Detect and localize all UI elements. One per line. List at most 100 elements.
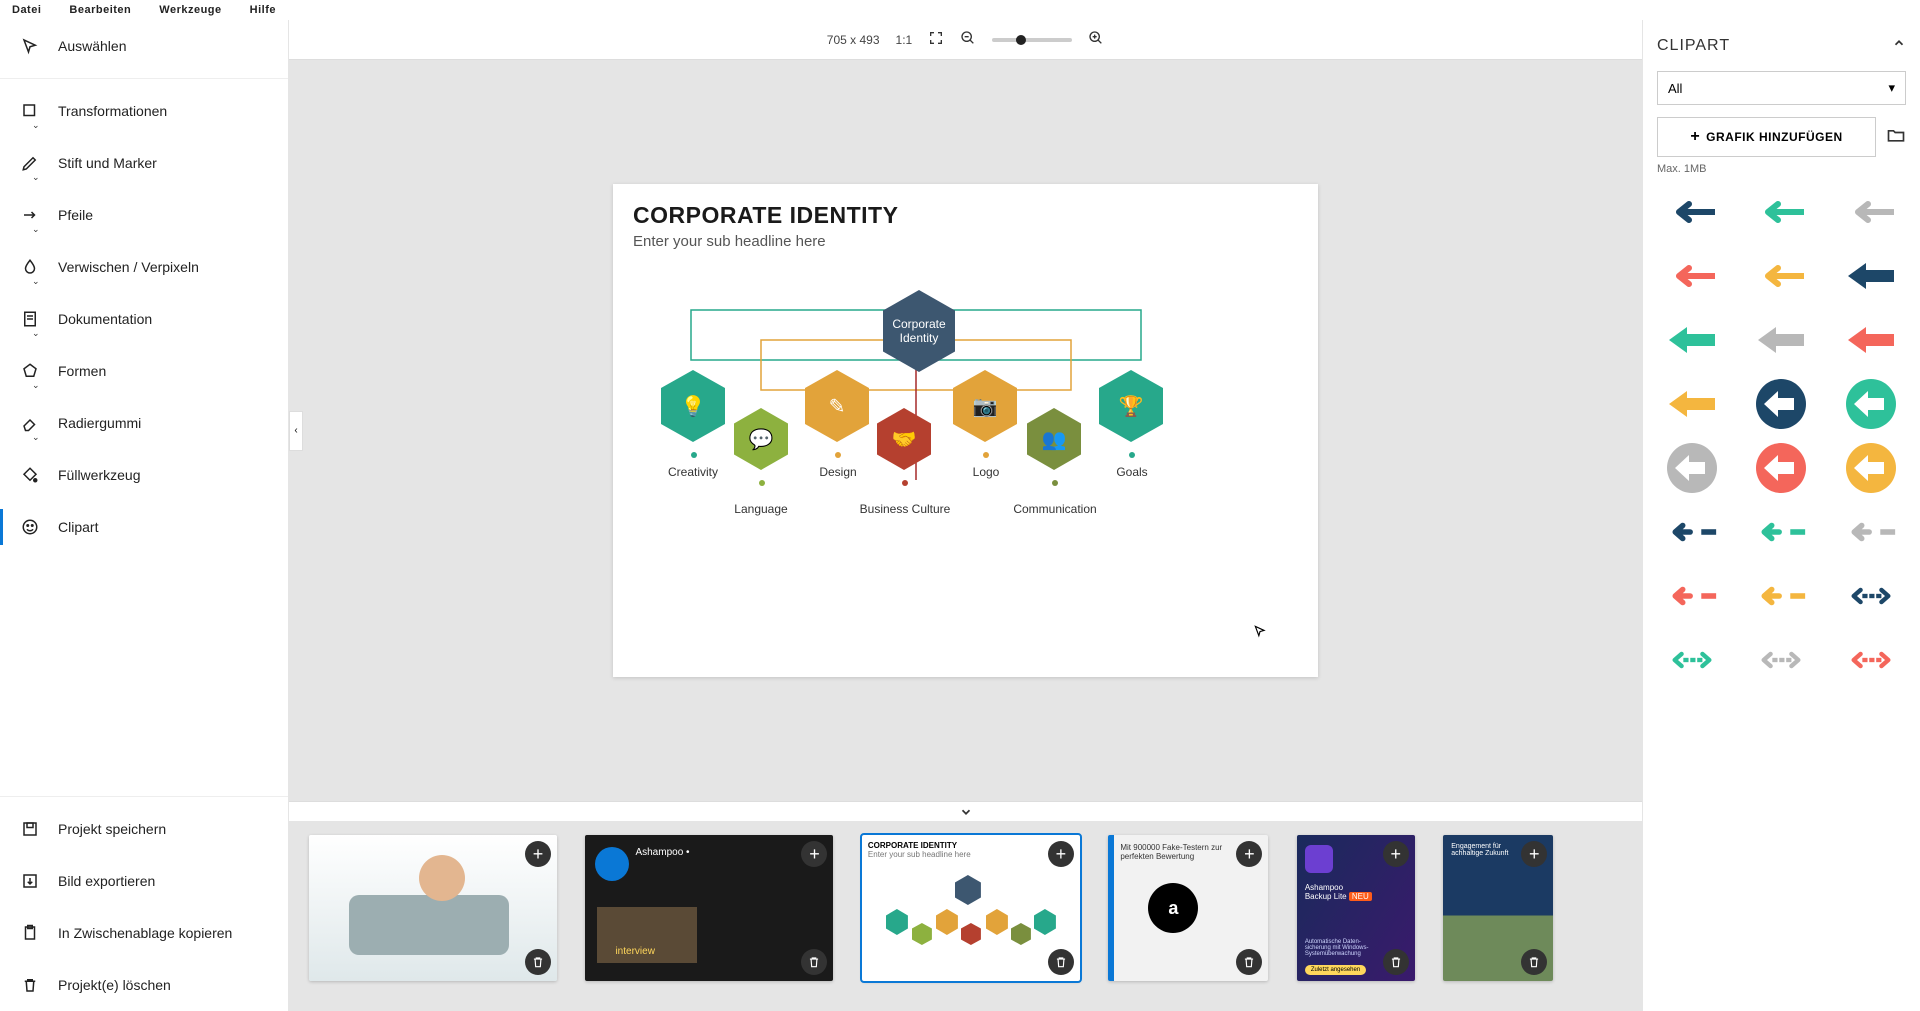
clipart-item[interactable] [1845, 451, 1897, 485]
clipart-item[interactable] [1755, 259, 1807, 293]
thumb-5[interactable]: AshampooBackup Lite NEU Automatische Dat… [1297, 835, 1415, 981]
action-save-project[interactable]: Projekt speichern [0, 803, 288, 855]
eraser-icon: ⌄ [20, 413, 40, 433]
thumb-add-icon[interactable]: + [1236, 841, 1262, 867]
thumb-6[interactable]: Engagement fürachhaltige Zukunft + [1443, 835, 1553, 981]
tool-pen[interactable]: ⌄ Stift und Marker [0, 137, 288, 189]
thumb-add-icon[interactable]: + [801, 841, 827, 867]
fit-screen-icon[interactable] [928, 30, 944, 49]
slide-subtitle: Enter your sub headline here [633, 233, 1298, 250]
chevron-up-icon [1892, 36, 1906, 55]
tool-fill[interactable]: Füllwerkzeug [0, 449, 288, 501]
clipart-item[interactable] [1755, 387, 1807, 421]
zoom-out-icon[interactable] [960, 30, 976, 49]
thumb-delete-icon[interactable] [525, 949, 551, 975]
action-export[interactable]: Bild exportieren [0, 855, 288, 907]
tool-blur[interactable]: ⌄ Verwischen / Verpixeln [0, 241, 288, 293]
clipart-panel-title[interactable]: CLIPART [1657, 36, 1906, 55]
thumb-delete-icon[interactable] [1236, 949, 1262, 975]
plus-icon: + [1690, 128, 1700, 146]
clipart-item[interactable] [1845, 387, 1897, 421]
clipart-item[interactable] [1666, 195, 1718, 229]
tool-arrows[interactable]: ⌄ Pfeile [0, 189, 288, 241]
clipart-item[interactable] [1666, 387, 1718, 421]
thumb-delete-icon[interactable] [1521, 949, 1547, 975]
thumb-add-icon[interactable]: + [525, 841, 551, 867]
action-copy-clipboard[interactable]: In Zwischenablage kopieren [0, 907, 288, 959]
crop-icon: ⌄ [20, 101, 40, 121]
zoom-in-icon[interactable] [1088, 30, 1104, 49]
zoom-slider[interactable] [992, 38, 1072, 42]
clipart-item[interactable] [1755, 195, 1807, 229]
clipart-item[interactable] [1755, 451, 1807, 485]
clipart-filter-dropdown[interactable]: All ▾ [1657, 71, 1906, 105]
thumb-1[interactable]: + [309, 835, 557, 981]
clipart-item[interactable] [1666, 579, 1718, 613]
tool-pen-label: Stift und Marker [58, 155, 157, 171]
node-logo: Logo [936, 465, 1036, 479]
tool-transform[interactable]: ⌄ Transformationen [0, 85, 288, 137]
clipart-grid [1657, 195, 1906, 677]
thumb-2[interactable]: Ashampoo • interview + [585, 835, 833, 981]
thumb-add-icon[interactable]: + [1521, 841, 1547, 867]
save-icon [20, 819, 40, 839]
fill-icon [20, 465, 40, 485]
trash-icon [20, 975, 40, 995]
tool-select-label: Auswählen [58, 38, 127, 54]
thumb-add-icon[interactable]: + [1048, 841, 1074, 867]
clipart-item[interactable] [1755, 515, 1807, 549]
clipart-item[interactable] [1845, 323, 1897, 357]
slide-canvas: CORPORATE IDENTITY Enter your sub headli… [613, 184, 1318, 677]
tool-clipart-label: Clipart [58, 519, 98, 535]
collapse-sidebar-button[interactable]: ‹ [289, 411, 303, 451]
clipart-item[interactable] [1845, 195, 1897, 229]
thumb-delete-icon[interactable] [1048, 949, 1074, 975]
tray-toggle[interactable] [289, 801, 1642, 821]
thumb-delete-icon[interactable] [801, 949, 827, 975]
menu-tools[interactable]: Werkzeuge [159, 4, 221, 16]
add-graphic-button[interactable]: + GRAFIK HINZUFÜGEN [1657, 117, 1876, 157]
clipart-item[interactable] [1845, 259, 1897, 293]
clipart-item[interactable] [1845, 515, 1897, 549]
thumb-delete-icon[interactable] [1383, 949, 1409, 975]
canvas-area[interactable]: ‹ CORPORATE IDENTITY Enter your sub head… [289, 60, 1642, 801]
clipart-item[interactable] [1755, 323, 1807, 357]
cursor-icon [20, 36, 40, 56]
sidebar-right: CLIPART All ▾ + GRAFIK HINZUFÜGEN Max. 1… [1642, 20, 1920, 1011]
canvas-ratio: 1:1 [896, 33, 913, 47]
node-creativity: Creativity [643, 465, 743, 479]
export-icon [20, 871, 40, 891]
menu-edit[interactable]: Bearbeiten [69, 4, 131, 16]
action-delete-projects[interactable]: Projekt(e) löschen [0, 959, 288, 1011]
clipart-item[interactable] [1666, 451, 1718, 485]
node-design: Design [788, 465, 888, 479]
clipart-item[interactable] [1666, 515, 1718, 549]
tool-transform-label: Transformationen [58, 103, 167, 119]
tool-doc[interactable]: ⌄ Dokumentation [0, 293, 288, 345]
max-size-label: Max. 1MB [1657, 163, 1906, 175]
node-language: Language [711, 502, 811, 516]
clipart-item[interactable] [1666, 323, 1718, 357]
slide-diagram: Corporate Identity 💡 💬 ✎ 🤝 📷 👥 🏆 [633, 280, 1298, 640]
clipart-item[interactable] [1845, 579, 1897, 613]
menu-help[interactable]: Hilfe [250, 4, 276, 16]
menu-file[interactable]: Datei [12, 4, 41, 16]
thumbnail-tray: + Ashampoo • interview + CORPORATE IDENT… [289, 821, 1642, 1011]
tool-eraser[interactable]: ⌄ Radiergummi [0, 397, 288, 449]
tool-arrows-label: Pfeile [58, 207, 93, 223]
thumb-add-icon[interactable]: + [1383, 841, 1409, 867]
tool-shapes[interactable]: ⌄ Formen [0, 345, 288, 397]
thumb-3[interactable]: CORPORATE IDENTITYEnter your sub headlin… [862, 835, 1080, 981]
clipart-item[interactable] [1755, 643, 1807, 677]
tool-clipart[interactable]: Clipart [0, 501, 288, 553]
clipart-item[interactable] [1845, 643, 1897, 677]
center-area: 705 x 493 1:1 ‹ CORPORATE IDENTITY Enter… [289, 20, 1642, 1011]
folder-icon[interactable] [1886, 125, 1906, 150]
clipart-item[interactable] [1755, 579, 1807, 613]
clipart-item[interactable] [1666, 643, 1718, 677]
thumb-4[interactable]: Mit 900000 Fake-Testern zurperfekten Bew… [1108, 835, 1268, 981]
canvas-controls: 705 x 493 1:1 [289, 20, 1642, 60]
tool-select[interactable]: Auswählen [0, 20, 288, 72]
clipart-item[interactable] [1666, 259, 1718, 293]
node-comm: Communication [1005, 502, 1105, 516]
